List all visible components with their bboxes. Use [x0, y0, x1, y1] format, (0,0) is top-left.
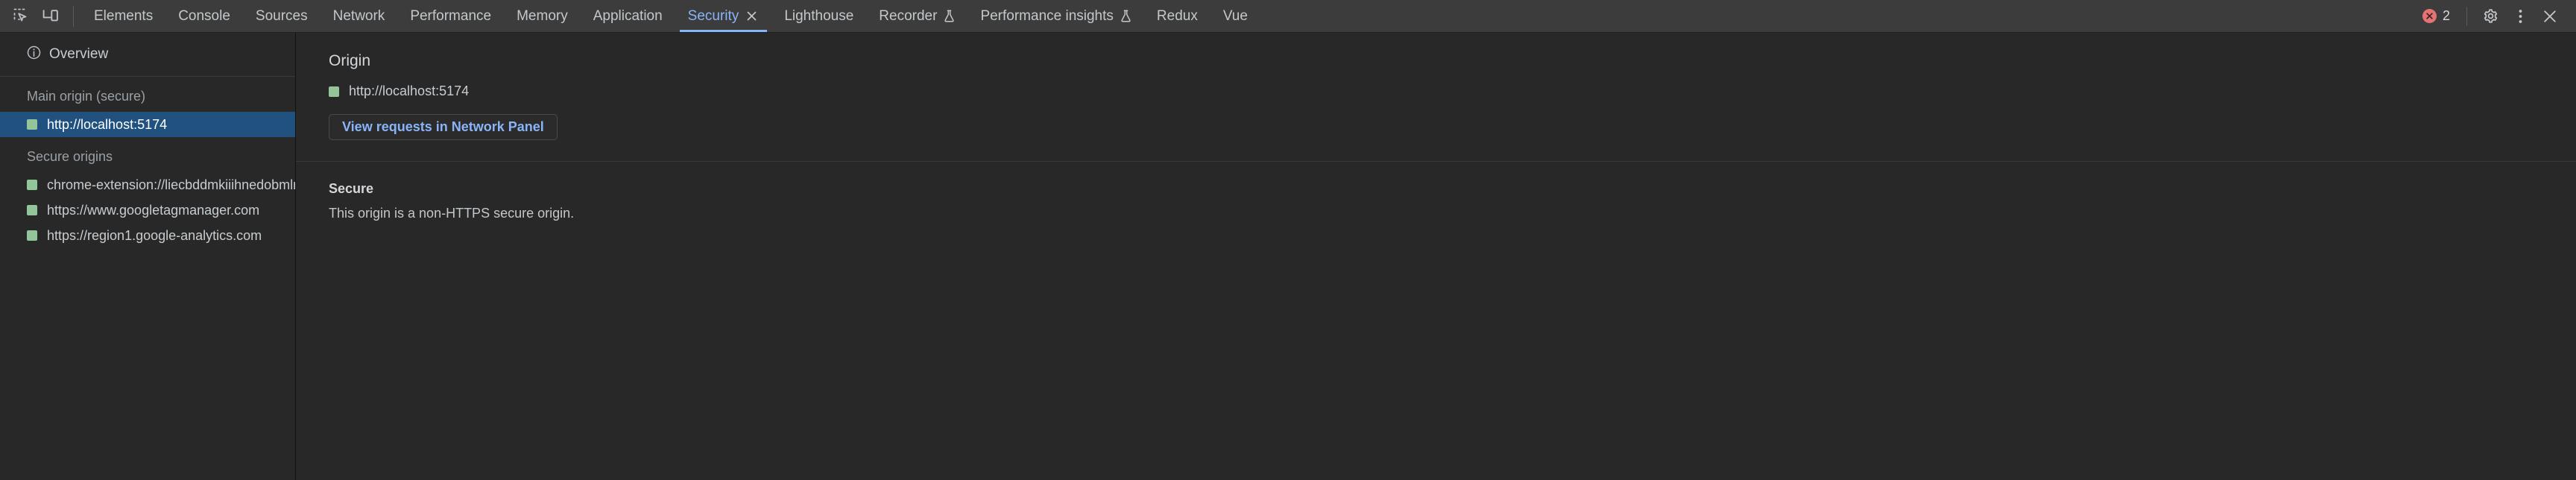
security-state-section: Secure This origin is a non-HTTPS secure…: [296, 162, 2576, 221]
security-state-description: This origin is a non-HTTPS secure origin…: [329, 206, 575, 221]
sidebar-item-label: https://region1.google-analytics.com: [47, 227, 262, 243]
tab-performance[interactable]: Performance: [397, 0, 504, 32]
page-title: Origin: [329, 52, 371, 69]
experiment-flask-icon: [944, 10, 955, 22]
toolbar-divider: [2466, 6, 2467, 26]
error-circle-icon: [2422, 9, 2437, 23]
tab-label: Network: [332, 8, 385, 24]
close-icon[interactable]: [744, 9, 759, 24]
error-count-label: 2: [2442, 8, 2450, 23]
toolbar-right-controls: 2: [2415, 0, 2576, 32]
sidebar-group-title-main-origin: Main origin (secure): [27, 89, 146, 104]
tab-vue[interactable]: Vue: [1210, 0, 1260, 32]
tab-lighthouse[interactable]: Lighthouse: [771, 0, 866, 32]
tab-label: Memory: [517, 8, 568, 24]
sidebar-item-secure-origin-0[interactable]: chrome-extension://liecbddmkiiihnedobmlm…: [0, 172, 295, 198]
sidebar-item-label: chrome-extension://liecbddmkiiihnedobmlm…: [47, 177, 295, 192]
tab-label: Performance insights: [980, 8, 1114, 24]
tab-recorder[interactable]: Recorder: [866, 0, 967, 32]
tab-label: Performance: [410, 8, 492, 24]
origin-value-row: http://localhost:5174: [329, 83, 2576, 99]
experiment-flask-icon: [1120, 10, 1131, 22]
tab-elements[interactable]: Elements: [81, 0, 165, 32]
view-requests-in-network-panel-button[interactable]: View requests in Network Panel: [329, 114, 558, 140]
tab-memory[interactable]: Memory: [504, 0, 581, 32]
origin-value-label: http://localhost:5174: [349, 83, 470, 98]
sidebar-item-label: Overview: [49, 46, 109, 62]
tab-label: Redux: [1156, 8, 1198, 24]
tab-performance-insights[interactable]: Performance insights: [967, 0, 1143, 32]
tab-sources[interactable]: Sources: [243, 0, 321, 32]
secure-green-square-icon: [329, 86, 339, 97]
security-sidebar: Overview Main origin (secure) http://loc…: [0, 33, 296, 480]
inspect-element-icon[interactable]: [6, 0, 36, 32]
gear-icon[interactable]: [2476, 2, 2504, 31]
panel-tabs: Elements Console Sources Network Perform…: [81, 0, 1260, 32]
sidebar-item-overview[interactable]: Overview: [0, 33, 295, 76]
tab-redux[interactable]: Redux: [1144, 0, 1210, 32]
devtools-window: Elements Console Sources Network Perform…: [0, 0, 2576, 480]
error-count-badge[interactable]: 2: [2415, 8, 2457, 24]
sidebar-item-secure-origin-1[interactable]: https://www.googletagmanager.com: [0, 198, 295, 223]
tab-application[interactable]: Application: [581, 0, 675, 32]
more-vertical-icon[interactable]: [2506, 2, 2534, 31]
secure-green-square-icon: [27, 205, 37, 215]
tab-label: Lighthouse: [784, 8, 854, 24]
sidebar-group-title-secure-origins: Secure origins: [27, 149, 113, 164]
toolbar-divider: [73, 5, 74, 27]
sidebar-item-secure-origin-2[interactable]: https://region1.google-analytics.com: [0, 223, 295, 248]
secure-green-square-icon: [27, 180, 37, 190]
sidebar-item-label: https://www.googletagmanager.com: [47, 202, 260, 218]
security-panel: Overview Main origin (secure) http://loc…: [0, 33, 2576, 480]
tab-label: Sources: [255, 8, 308, 24]
tab-label: Console: [178, 8, 230, 24]
tab-security[interactable]: Security: [675, 0, 772, 32]
origin-section: Origin http://localhost:5174 View reques…: [296, 33, 2576, 161]
sidebar-item-label: http://localhost:5174: [47, 116, 168, 132]
security-main-view: Origin http://localhost:5174 View reques…: [296, 33, 2576, 480]
devtools-main-toolbar: Elements Console Sources Network Perform…: [0, 0, 2576, 33]
tab-label: Elements: [94, 8, 154, 24]
close-devtools-icon[interactable]: [2536, 2, 2564, 31]
tab-console[interactable]: Console: [165, 0, 243, 32]
device-toolbar-icon[interactable]: [36, 0, 66, 32]
tab-label: Vue: [1222, 8, 1248, 24]
tab-label: Application: [593, 8, 663, 24]
toolbar-left-controls: [0, 0, 81, 32]
tab-network[interactable]: Network: [321, 0, 398, 32]
info-circle-icon: [27, 45, 41, 64]
secure-green-square-icon: [27, 119, 37, 130]
tab-label: Security: [687, 8, 739, 24]
sidebar-item-main-origin[interactable]: http://localhost:5174: [0, 112, 295, 137]
secure-green-square-icon: [27, 230, 37, 241]
security-state-title: Secure: [329, 181, 374, 196]
tab-label: Recorder: [879, 8, 938, 24]
